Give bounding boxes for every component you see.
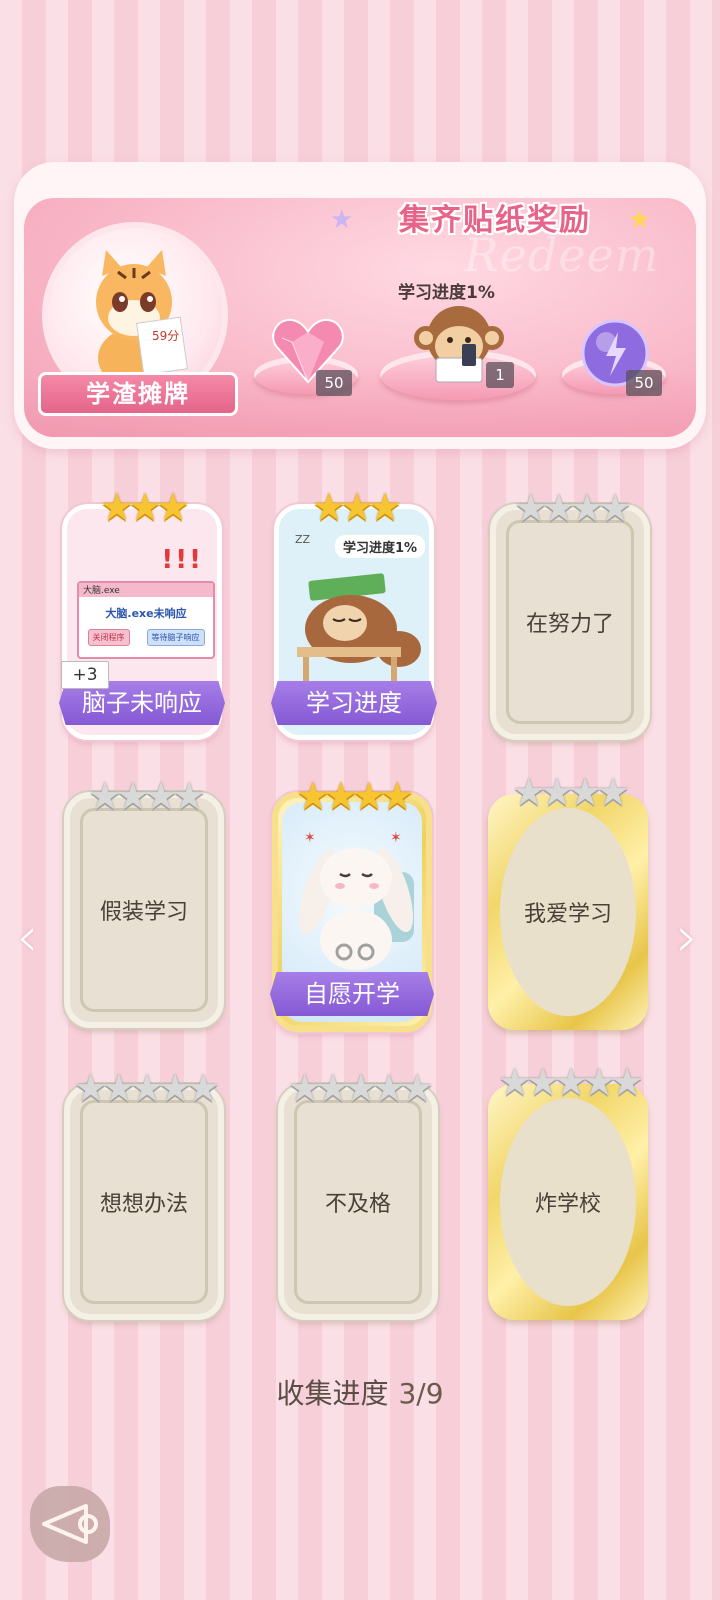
duplicate-count-badge: +3 <box>61 661 109 689</box>
star-icon: ★ <box>511 770 546 814</box>
card-stars: ★★★★★ <box>488 1062 648 1102</box>
card-stars: ★★★★ <box>488 772 648 812</box>
sleep-icon: ZZ <box>295 533 311 546</box>
sparkle-star-icon: ★ <box>330 205 354 235</box>
star-icon: ★ <box>129 1066 164 1110</box>
star-icon: ★ <box>568 770 602 814</box>
sticker-card-locked[interactable]: ★★★★★ 想想办法 <box>64 1068 224 1320</box>
star-icon: ★ <box>343 1066 378 1110</box>
star-icon: ★ <box>400 1066 434 1110</box>
sloth-sleeping-icon <box>297 573 421 685</box>
back-button[interactable] <box>30 1486 110 1562</box>
bunny-backpack-icon: ✶ ✶ <box>298 830 414 970</box>
svg-text:✶: ✶ <box>390 830 402 846</box>
sticker-card[interactable]: ★★★ 学习进度1% ZZ 学习进度 <box>271 487 437 740</box>
sticker-card-locked[interactable]: ★★★★ 我爱学习 <box>488 772 648 1030</box>
star-icon: ★ <box>553 1060 588 1104</box>
reward-count: 50 <box>626 370 662 396</box>
card-stars: ★★★★ <box>70 776 218 816</box>
avatar-ribbon-label: 学渣摊牌 <box>38 372 238 416</box>
star-icon: ★ <box>596 770 630 814</box>
star-icon: ★ <box>541 486 576 530</box>
star-icon: ★ <box>582 1060 616 1104</box>
close-program-button: 关闭程序 <box>87 629 130 646</box>
star-icon: ★ <box>525 1060 560 1104</box>
star-icon: ★ <box>610 1060 644 1104</box>
star-icon: ★ <box>598 486 632 530</box>
star-icon: ★ <box>156 485 190 529</box>
collection-progress: 收集进度 3/9 <box>0 1372 720 1412</box>
star-icon: ★ <box>87 774 122 818</box>
sticker-card[interactable]: ★★★ !!! 大脑.exe 大脑.exe未响应 关闭程序 等待脑子响应 +3 … <box>59 487 225 740</box>
card-stars: ★★★★★ <box>70 1066 220 1110</box>
star-icon: ★ <box>339 485 374 529</box>
reward-count: 1 <box>486 362 514 388</box>
error-window: 大脑.exe 大脑.exe未响应 关闭程序 等待脑子响应 <box>77 581 215 659</box>
sticker-card-locked[interactable]: ★★★★ 在努力了 <box>490 488 650 740</box>
star-icon: ★ <box>315 1066 350 1110</box>
window-title: 大脑.exe <box>79 583 213 597</box>
star-icon: ★ <box>186 1066 220 1110</box>
star-icon: ★ <box>570 486 604 530</box>
card-name: 自愿开学 <box>270 972 434 1016</box>
star-icon: ★ <box>513 486 548 530</box>
reward-count: 50 <box>316 370 352 396</box>
star-icon: ★ <box>287 1066 322 1110</box>
wait-button: 等待脑子响应 <box>146 629 205 646</box>
banner-title: 集齐贴纸奖励 <box>399 203 591 238</box>
card-stars: ★★★★ <box>496 488 644 528</box>
star-icon: ★ <box>101 1066 136 1110</box>
star-icon: ★ <box>73 1066 108 1110</box>
card-name: 在努力了 <box>525 612 614 637</box>
star-icon: ★ <box>372 1066 406 1110</box>
error-message: 大脑.exe未响应 <box>105 607 187 620</box>
star-icon: ★ <box>158 1066 192 1110</box>
avatar-score: 59分 <box>152 329 179 343</box>
card-name: 炸学校 <box>534 1192 601 1217</box>
card-stars: ★★★★ <box>278 776 426 816</box>
card-name: 假装学习 <box>99 900 188 925</box>
svg-text:✶: ✶ <box>304 830 316 846</box>
star-icon: ★ <box>99 485 134 529</box>
card-stars: ★★★ <box>67 487 217 527</box>
star-icon: ★ <box>144 774 178 818</box>
sticker-card-locked[interactable]: ★★★★★ 不及格 <box>278 1068 438 1320</box>
star-icon: ★ <box>539 770 574 814</box>
exclamation-icon: !!! <box>161 545 203 575</box>
star-icon: ★ <box>497 1060 532 1104</box>
star-icon: ★ <box>127 485 162 529</box>
card-name: 学习进度 <box>271 681 437 725</box>
sticker-card-locked[interactable]: ★★★★★ 炸学校 <box>488 1062 648 1320</box>
star-icon: ★ <box>380 774 414 818</box>
next-page-arrow-icon[interactable]: › <box>676 905 698 970</box>
star-icon: ★ <box>311 485 346 529</box>
star-icon: ★ <box>368 485 402 529</box>
star-icon: ★ <box>172 774 206 818</box>
card-stars: ★★★★★ <box>284 1066 434 1110</box>
card-name: 想想办法 <box>99 1192 188 1217</box>
star-icon: ★ <box>352 774 386 818</box>
back-arrow-icon <box>42 1504 98 1544</box>
prev-page-arrow-icon[interactable]: ‹ <box>16 905 38 970</box>
star-icon: ★ <box>323 774 358 818</box>
sticker-card-locked[interactable]: ★★★★ 假装学习 <box>64 776 224 1028</box>
collection-progress-value: 3/9 <box>398 1377 444 1410</box>
collection-progress-label: 收集进度 <box>276 1377 389 1410</box>
star-icon: ★ <box>295 774 330 818</box>
star-icon: ★ <box>115 774 150 818</box>
card-stars: ★★★ <box>279 487 429 527</box>
card-name: 不及格 <box>324 1192 391 1217</box>
sticker-card[interactable]: ★★★★ ✶ ✶ 自愿开学 <box>270 776 434 1032</box>
card-name: 我爱学习 <box>523 902 612 927</box>
sparkle-star-icon: ★ <box>628 205 652 235</box>
progress-caption: 学习进度1% <box>335 535 426 558</box>
